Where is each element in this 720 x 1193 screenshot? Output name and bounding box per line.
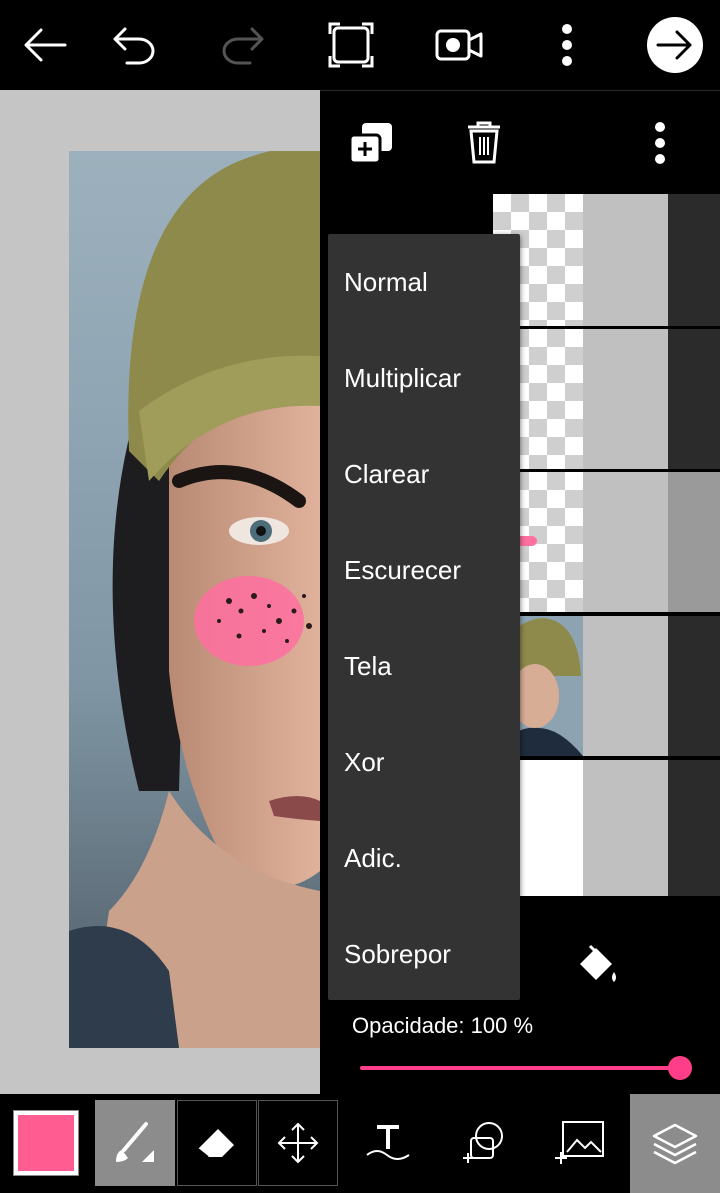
redo-icon[interactable]	[207, 10, 277, 80]
video-record-icon[interactable]	[424, 10, 494, 80]
blend-option-normal[interactable]: Normal	[328, 234, 520, 330]
blend-option-multiply[interactable]: Multiplicar	[328, 330, 520, 426]
blend-mode-menu: Normal Multiplicar Clarear Escurecer Tel…	[328, 234, 520, 1000]
opacity-slider-track[interactable]	[360, 1066, 680, 1070]
more-vertical-icon[interactable]	[532, 10, 602, 80]
layers-icon[interactable]	[630, 1094, 720, 1193]
add-image-icon[interactable]	[540, 1100, 620, 1186]
blend-option-darken[interactable]: Escurecer	[328, 522, 520, 618]
more-vertical-icon[interactable]	[654, 121, 666, 170]
blend-option-add[interactable]: Adic.	[328, 810, 520, 906]
text-icon[interactable]	[348, 1100, 428, 1186]
next-arrow-icon[interactable]	[640, 10, 710, 80]
blend-option-lighten[interactable]: Clarear	[328, 426, 520, 522]
blend-option-screen[interactable]: Tela	[328, 618, 520, 714]
undo-icon[interactable]	[100, 10, 170, 80]
shape-icon[interactable]	[444, 1100, 524, 1186]
blend-option-xor[interactable]: Xor	[328, 714, 520, 810]
opacity-label: Opacidade: 100 %	[352, 1013, 534, 1038]
eraser-icon[interactable]	[177, 1100, 257, 1186]
color-swatch[interactable]	[10, 1100, 82, 1186]
back-arrow-icon[interactable]	[10, 10, 80, 80]
crop-frame-icon[interactable]	[316, 10, 386, 80]
move-icon[interactable]	[258, 1100, 338, 1186]
canvas-area[interactable]	[0, 90, 320, 1094]
fill-bucket-icon[interactable]	[574, 942, 620, 993]
layers-toolbar	[320, 90, 720, 195]
add-layer-icon[interactable]	[348, 121, 394, 170]
top-toolbar	[0, 0, 720, 90]
trash-icon[interactable]	[466, 121, 502, 170]
brush-icon[interactable]	[95, 1100, 175, 1186]
bottom-toolbar	[0, 1094, 720, 1193]
blend-option-overlay[interactable]: Sobrepor	[328, 906, 520, 1002]
edited-photo	[69, 151, 320, 1048]
opacity-slider-thumb[interactable]	[668, 1056, 692, 1080]
